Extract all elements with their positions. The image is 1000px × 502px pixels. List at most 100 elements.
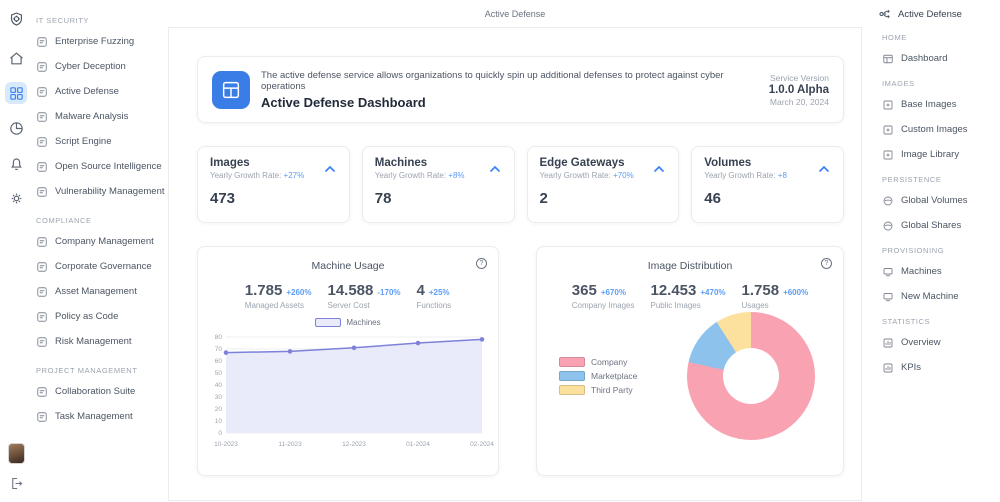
right-sidebar-item[interactable]: Dashboard <box>878 46 996 71</box>
sidebar-item[interactable]: Active Defense <box>32 79 168 104</box>
overview-icon <box>882 337 894 349</box>
sidebar-item[interactable]: Corporate Governance <box>32 254 168 279</box>
sidebar-item[interactable]: Collaboration Suite <box>32 379 168 404</box>
logout-icon[interactable] <box>5 472 27 494</box>
svg-text:70: 70 <box>215 346 223 353</box>
new-machine-icon <box>882 291 894 303</box>
pie-chart-icon[interactable] <box>5 117 27 139</box>
right-sidebar-item[interactable]: Global Volumes <box>878 188 996 213</box>
help-icon[interactable]: ? <box>476 258 487 269</box>
section-header: STATISTICS <box>882 317 996 326</box>
image-distribution-stats: 365+670% Company Images 12.453+470% Publ… <box>547 282 833 310</box>
service-switcher[interactable]: Active Defense <box>878 7 996 21</box>
sidebar-item[interactable]: Open Source Intelligence <box>32 154 168 179</box>
company-management-icon <box>36 236 48 248</box>
custom-images-icon <box>882 124 894 136</box>
metric-value: 1.785 <box>245 282 283 299</box>
sidebar-item-label: Task Management <box>55 411 133 422</box>
sidebar-item[interactable]: Malware Analysis <box>32 104 168 129</box>
hero-title: Active Defense Dashboard <box>261 95 769 110</box>
legend-item: Third Party <box>559 385 669 395</box>
active-defense-icon <box>36 86 48 98</box>
osint-icon <box>36 161 48 173</box>
svg-text:80: 80 <box>215 334 223 341</box>
section-header: PROVISIONING <box>882 246 996 255</box>
right-section-images: IMAGES Base Images Custom Images <box>878 79 996 167</box>
right-sidebar-item-label: Overview <box>901 337 941 348</box>
right-sidebar-item[interactable]: Machines <box>878 259 996 284</box>
sidebar-item[interactable]: Policy as Code <box>32 304 168 329</box>
stat-card: Volumes Yearly Growth Rate: +8 46 <box>691 146 844 223</box>
growth-rate: +8% <box>448 171 464 180</box>
svg-text:20: 20 <box>215 406 223 413</box>
sidebar-item-label: Active Defense <box>55 86 119 97</box>
global-shares-icon <box>882 220 894 232</box>
metric-delta: +600% <box>783 288 808 297</box>
home-icon[interactable] <box>5 47 27 69</box>
metric-label: Functions <box>417 301 452 310</box>
metric-label: Usages <box>742 301 809 310</box>
page-title: Active Defense <box>485 9 546 19</box>
sidebar-item[interactable]: Risk Management <box>32 329 168 354</box>
svg-text:60: 60 <box>215 358 223 365</box>
chevron-up-icon[interactable] <box>817 161 831 179</box>
sidebar-section-compliance: COMPLIANCE Company Management Corporate … <box>32 216 168 354</box>
section-header: PROJECT MANAGEMENT <box>36 366 168 375</box>
right-sidebar-item[interactable]: Custom Images <box>878 117 996 142</box>
svg-text:50: 50 <box>215 370 223 377</box>
legend-label: Machines <box>346 318 380 327</box>
metric-value: 4 <box>417 282 425 299</box>
bell-icon[interactable] <box>5 152 27 174</box>
vulnerability-icon <box>36 186 48 198</box>
legend-swatch <box>559 385 585 395</box>
right-sidebar-item-label: Custom Images <box>901 124 968 135</box>
user-avatar[interactable] <box>8 443 25 464</box>
base-images-icon <box>882 99 894 111</box>
growth-label: Yearly Growth Rate: <box>540 171 611 180</box>
right-sidebar-item[interactable]: Base Images <box>878 92 996 117</box>
right-section-home: HOME Dashboard <box>878 33 996 71</box>
sidebar-item[interactable]: Vulnerability Management <box>32 179 168 204</box>
svg-text:30: 30 <box>215 394 223 401</box>
sidebar-item[interactable]: Task Management <box>32 404 168 429</box>
right-section-provisioning: PROVISIONING Machines New Machine <box>878 246 996 309</box>
chevron-up-icon[interactable] <box>652 161 666 179</box>
sidebar-item[interactable]: Company Management <box>32 229 168 254</box>
right-sidebar-item[interactable]: Image Library <box>878 142 996 167</box>
metric-label: Public Images <box>650 301 725 310</box>
sidebar-item-label: Company Management <box>55 236 154 247</box>
right-sidebar-item[interactable]: Overview <box>878 330 996 355</box>
sidebar-item[interactable]: Cyber Deception <box>32 54 168 79</box>
growth-label: Yearly Growth Rate: <box>704 171 775 180</box>
deception-icon <box>36 61 48 73</box>
help-icon[interactable]: ? <box>821 258 832 269</box>
right-sidebar-item-label: Dashboard <box>901 53 947 64</box>
sidebar-item-label: Corporate Governance <box>55 261 152 272</box>
right-sidebar-item[interactable]: KPIs <box>878 355 996 380</box>
sidebar-item[interactable]: Enterprise Fuzzing <box>32 29 168 54</box>
image-library-icon <box>882 149 894 161</box>
apps-grid-icon[interactable] <box>5 82 27 104</box>
sidebar-item[interactable]: Script Engine <box>32 129 168 154</box>
left-sidebar: IT SECURITY Enterprise Fuzzing Cyber Dec… <box>32 0 168 502</box>
sidebar-item[interactable]: Asset Management <box>32 279 168 304</box>
svg-text:02-2024: 02-2024 <box>470 441 494 448</box>
right-sidebar-item[interactable]: Global Shares <box>878 213 996 238</box>
global-volumes-icon <box>882 195 894 207</box>
right-sidebar-item[interactable]: New Machine <box>878 284 996 309</box>
stat-cards-row: Images Yearly Growth Rate: +27% 473 Mach… <box>197 146 844 223</box>
sidebar-item-label: Enterprise Fuzzing <box>55 36 134 47</box>
service-version-label: Service Version <box>769 73 829 83</box>
donut-chart-area: Company Marketplace Third Party <box>547 312 833 440</box>
dashboard-tile-icon <box>212 71 250 109</box>
chevron-up-icon[interactable] <box>488 161 502 179</box>
rail-bottom <box>5 443 27 494</box>
chevron-up-icon[interactable] <box>323 161 337 179</box>
gear-icon[interactable] <box>5 187 27 209</box>
policy-as-code-icon <box>36 311 48 323</box>
metric-value: 365 <box>572 282 597 299</box>
metric: 1.785+260% Managed Assets <box>245 282 312 310</box>
stat-card-title: Edge Gateways <box>540 157 667 169</box>
sidebar-item-label: Malware Analysis <box>55 111 128 122</box>
legend-swatch <box>559 371 585 381</box>
